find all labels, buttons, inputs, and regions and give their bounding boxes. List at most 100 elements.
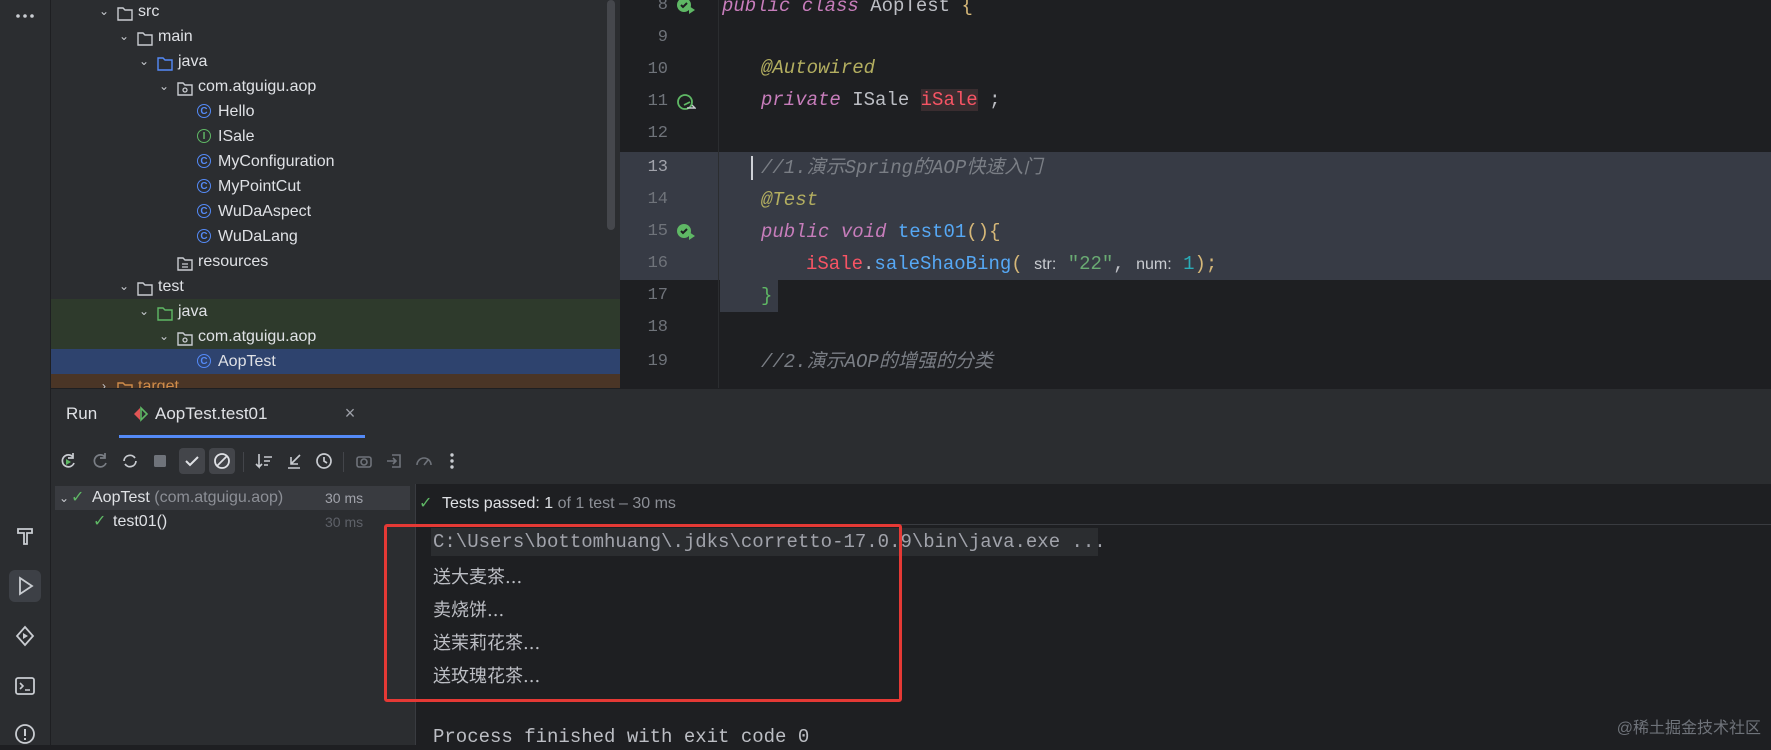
line-number[interactable]: 14 <box>620 184 668 216</box>
run-tool-icon[interactable] <box>9 570 41 602</box>
watermark: @稀土掘金技术社区 <box>1616 720 1761 737</box>
code-editor[interactable]: 8 9 10 11 12 13 14 15 16 17 18 19 public class AopT… <box>620 0 1771 388</box>
tree-item-wudaaspect[interactable]: C WuDaAspect <box>51 199 620 224</box>
line-number[interactable]: 8 <box>620 0 668 22</box>
tree-item-target[interactable]: › target <box>51 374 620 388</box>
camera-icon[interactable] <box>351 448 377 474</box>
chevron-down-icon[interactable]: ⌄ <box>137 49 151 74</box>
run-test-class-icon[interactable] <box>676 0 696 16</box>
line-number[interactable]: 12 <box>620 118 668 150</box>
code-line-13: //1.演示Spring的AOP快速入门 <box>761 157 1043 179</box>
line-number[interactable]: 17 <box>620 280 668 312</box>
code-line-19: //2.演示AOP的增强的分类 <box>761 351 993 373</box>
tree-item-label: Hello <box>218 103 255 120</box>
folder-icon <box>177 254 193 271</box>
tree-item-com-atguigu-aop[interactable]: ⌄ com.atguigu.aop <box>51 74 620 99</box>
tree-item-resources[interactable]: resources <box>51 249 620 274</box>
rerun-icon[interactable] <box>55 448 81 474</box>
collapse-icon[interactable] <box>281 448 307 474</box>
build-hammer-icon[interactable] <box>9 520 41 552</box>
tree-item-label: com.atguigu.aop <box>198 328 317 345</box>
chevron-down-icon[interactable]: ⌄ <box>59 486 69 510</box>
close-tab-icon[interactable]: × <box>341 404 359 422</box>
test-row-method[interactable]: test01() <box>113 510 167 534</box>
project-tree: ⌄ src ⌄ main ⌄ java ⌄ com.atguigu.aop C Hello I ISa… <box>51 0 620 388</box>
tree-item-hello[interactable]: C Hello <box>51 99 620 124</box>
console-output[interactable]: ✓ Tests passed: 1 of 1 test – 30 ms C:\U… <box>384 484 1771 748</box>
code-line-10: @Autowired <box>761 57 876 79</box>
tree-item-myconfiguration[interactable]: C MyConfiguration <box>51 149 620 174</box>
class-icon: C <box>197 154 213 169</box>
passed-check-icon: ✓ <box>71 489 85 506</box>
tree-item-wudalang[interactable]: C WuDaLang <box>51 224 620 249</box>
test-status-bar: ✓ Tests passed: 1 of 1 test – 30 ms <box>416 484 1771 525</box>
highlight-annotation-box <box>384 524 902 702</box>
more-options-icon[interactable] <box>439 448 465 474</box>
chevron-down-icon[interactable]: ⌄ <box>97 0 111 24</box>
coverage-icon[interactable] <box>411 448 437 474</box>
chevron-down-icon[interactable]: ⌄ <box>157 324 171 349</box>
tab-label: AopTest.test01 <box>155 404 268 423</box>
tree-item-label: target <box>138 378 179 388</box>
tree-item-label: MyPointCut <box>218 178 301 195</box>
chevron-down-icon[interactable]: ⌄ <box>117 274 131 299</box>
interface-icon: I <box>197 129 213 144</box>
test-method-time: 30 ms <box>325 514 364 530</box>
chevron-down-icon[interactable]: ⌄ <box>117 24 131 49</box>
tree-item-label: java <box>178 303 208 320</box>
rerun-failed-icon[interactable] <box>87 448 113 474</box>
folder-icon <box>137 29 153 46</box>
tree-item-main[interactable]: ⌄ main <box>51 24 620 49</box>
line-number[interactable]: 13 <box>620 152 668 184</box>
history-icon[interactable] <box>311 448 337 474</box>
import-icon[interactable] <box>381 448 407 474</box>
terminal-icon[interactable] <box>9 670 41 702</box>
tree-item-label: resources <box>198 253 269 270</box>
folder-icon <box>157 54 173 71</box>
folder-icon <box>137 279 153 296</box>
chevron-down-icon[interactable]: ⌄ <box>137 299 151 324</box>
test-row-class[interactable]: AopTest (com.atguigu.aop) <box>92 486 283 510</box>
tree-item-aoptest[interactable]: C AopTest <box>51 349 620 374</box>
tree-item-src[interactable]: ⌄ src <box>51 0 620 24</box>
line-number[interactable]: 18 <box>620 312 668 344</box>
show-ignored-icon[interactable] <box>209 448 235 474</box>
tree-item-java[interactable]: ⌄ java <box>51 49 620 74</box>
chevron-right-icon[interactable]: › <box>97 374 111 388</box>
run-test-method-icon[interactable] <box>676 222 696 242</box>
line-number[interactable]: 10 <box>620 54 668 86</box>
tab-aoptest-test01[interactable]: AopTest.test01 × <box>119 389 365 439</box>
run-toolbar <box>51 438 1771 485</box>
tree-item-label: src <box>138 3 160 20</box>
tree-item-test[interactable]: ⌄ test <box>51 274 620 299</box>
tree-item-java[interactable]: ⌄ java <box>51 299 620 324</box>
show-passed-icon[interactable] <box>179 448 205 474</box>
line-number[interactable]: 16 <box>620 248 668 280</box>
autowired-bean-icon[interactable] <box>676 93 696 113</box>
toolbar-separator <box>243 452 244 472</box>
chevron-down-icon[interactable]: ⌄ <box>157 74 171 99</box>
tree-item-label: WuDaAspect <box>218 203 312 220</box>
more-icon[interactable] <box>9 0 41 32</box>
line-number[interactable]: 9 <box>620 22 668 54</box>
line-number[interactable]: 15 <box>620 216 668 248</box>
line-number[interactable]: 11 <box>620 86 668 118</box>
passed-check-icon: ✓ <box>419 495 433 512</box>
problems-icon[interactable] <box>9 718 41 750</box>
code-line-16: iSale.saleShaoBing( str: "22", num: 1); <box>806 253 1218 275</box>
code-line-17: } <box>761 285 773 307</box>
tree-item-isale[interactable]: I ISale <box>51 124 620 149</box>
test-class-time: 30 ms <box>325 490 364 506</box>
line-number[interactable]: 19 <box>620 346 668 378</box>
tree-item-com-atguigu-aop[interactable]: ⌄ com.atguigu.aop <box>51 324 620 349</box>
sort-icon[interactable] <box>251 448 277 474</box>
toggle-auto-test-icon[interactable] <box>117 448 143 474</box>
run-panel-title: Run <box>66 404 98 423</box>
class-icon: C <box>197 229 213 244</box>
tree-scrollbar[interactable] <box>607 0 615 230</box>
tree-item-mypointcut[interactable]: C MyPointCut <box>51 174 620 199</box>
code-line-8: public class AopTest { <box>722 0 973 17</box>
services-icon[interactable] <box>9 620 41 652</box>
code-line-11: private ISale iSale ; <box>761 89 1001 111</box>
stop-icon[interactable] <box>147 448 173 474</box>
